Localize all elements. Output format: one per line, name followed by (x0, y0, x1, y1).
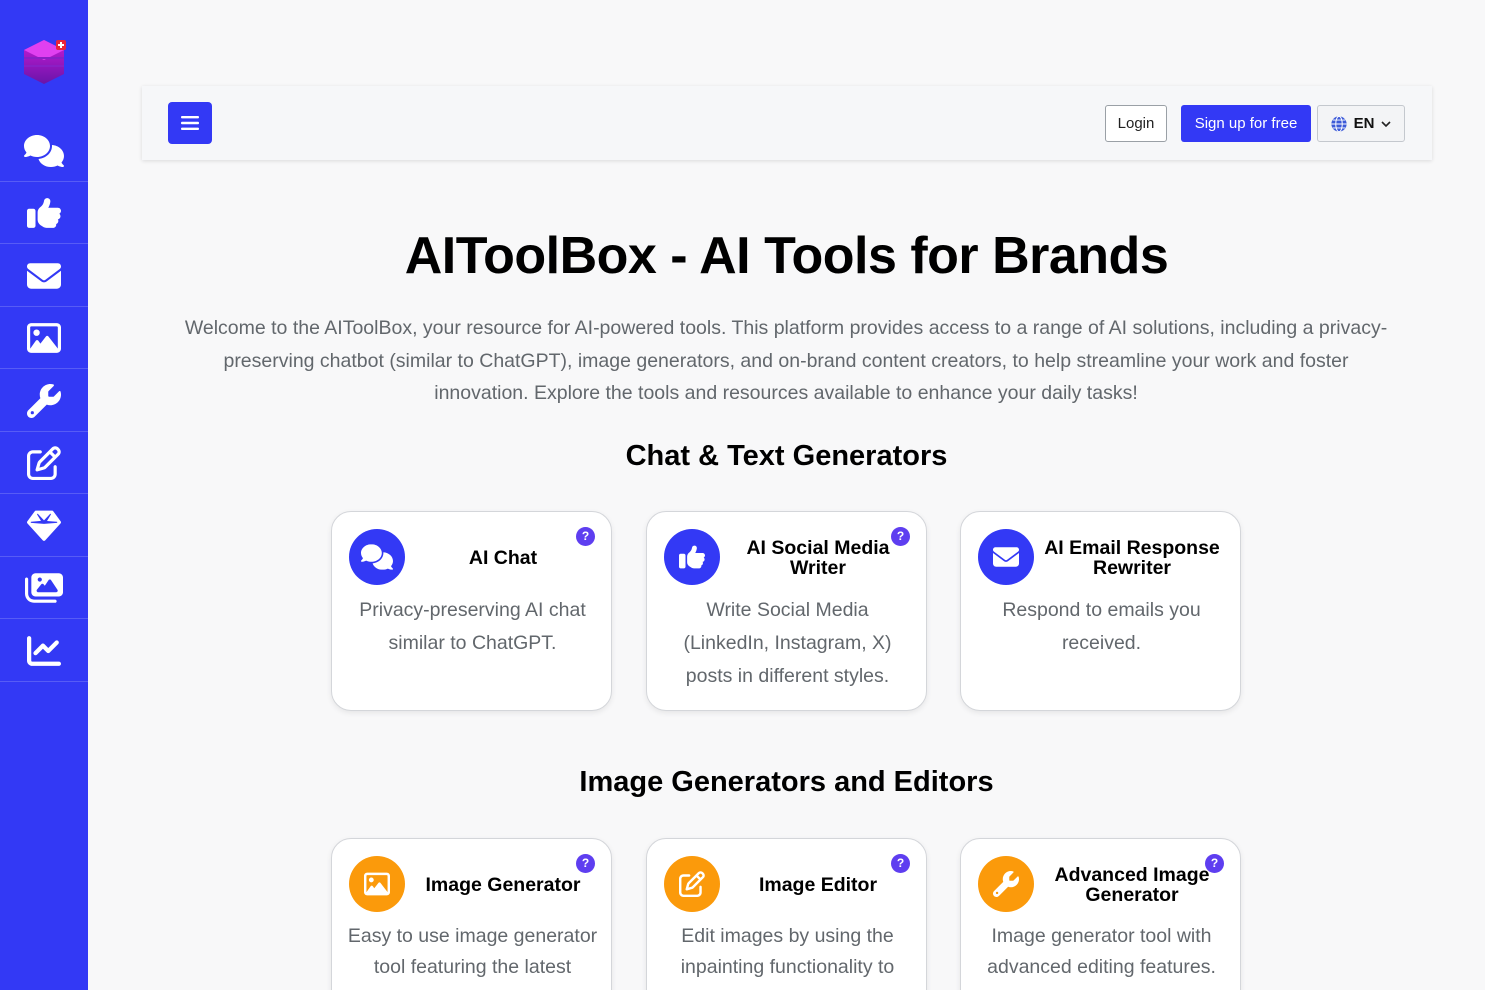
card-description: Easy to use image generator tool featuri… (347, 925, 598, 978)
card-title: AI Chat (468, 547, 538, 569)
thumbs-up-icon (679, 544, 705, 570)
diamond-icon (27, 509, 61, 543)
card-icon-badge (978, 529, 1034, 585)
card-icon-badge (664, 529, 720, 585)
card-icon-badge (664, 856, 720, 912)
edit-icon (679, 871, 705, 897)
envelope-icon (27, 259, 61, 293)
chevron-down-icon (1381, 120, 1391, 127)
card-icon-badge (349, 529, 405, 585)
tool-card-ai-email-rewriter[interactable]: AI Email Response Rewriter Respond to em… (960, 511, 1241, 711)
image-icon (364, 871, 390, 897)
top-navbar: Login Sign up for free EN (142, 86, 1432, 160)
tool-card-ai-chat[interactable]: AI Chat ? Privacy-preserving AI chat sim… (331, 511, 612, 711)
comments-icon (24, 131, 64, 171)
card-description: Edit images by using the inpainting func… (680, 925, 895, 978)
help-icon[interactable]: ? (1205, 854, 1224, 873)
language-code: EN (1353, 115, 1375, 132)
wrench-icon (27, 384, 61, 418)
help-icon[interactable]: ? (891, 527, 910, 546)
card-description: Image generator tool with advanced editi… (987, 925, 1216, 978)
sidebar-item-social-media[interactable] (0, 182, 88, 244)
intro-text: Welcome to the AIToolBox, your resource … (184, 317, 1388, 404)
help-icon[interactable]: ? (576, 854, 595, 873)
card-description: Write Social Media (LinkedIn, Instagram,… (683, 599, 892, 687)
help-icon[interactable]: ? (891, 854, 910, 873)
card-title: Image Generator (425, 874, 581, 896)
tool-card-image-generator[interactable]: Image Generator ? Easy to use image gene… (331, 838, 612, 990)
sidebar-item-email[interactable] (0, 245, 88, 307)
envelope-icon (993, 544, 1019, 570)
card-icon-badge (349, 856, 405, 912)
images-icon (25, 571, 63, 605)
section-title-chat-text: Chat & Text Generators (625, 440, 948, 472)
sidebar-item-chat[interactable] (0, 120, 88, 182)
tool-card-ai-social-media-writer[interactable]: AI Social Media Writer ? Write Social Me… (646, 511, 927, 711)
comments-icon (361, 543, 393, 571)
edit-icon (27, 446, 61, 480)
page-title: AIToolBox - AI Tools for Brands (404, 227, 1169, 285)
card-title: Image Editor (758, 874, 878, 896)
login-button[interactable]: Login (1105, 105, 1167, 142)
card-description: Respond to emails you received. (1002, 599, 1201, 654)
section-title-image: Image Generators and Editors (579, 766, 994, 798)
wrench-icon (993, 871, 1019, 897)
card-icon-badge (978, 856, 1034, 912)
sidebar-item-gallery[interactable] (0, 557, 88, 619)
help-icon[interactable]: ? (576, 527, 595, 546)
sidebar-item-image-editor[interactable] (0, 432, 88, 494)
hamburger-icon (181, 116, 199, 130)
card-title: AI Social Media Writer (746, 537, 890, 579)
image-icon (27, 321, 61, 355)
sidebar-item-image-generator[interactable] (0, 307, 88, 369)
card-description: Privacy-preserving AI chat similar to Ch… (359, 599, 586, 654)
tool-card-image-editor[interactable]: Image Editor ? Edit images by using the … (646, 838, 927, 990)
card-title: Advanced Image Generator (1054, 864, 1210, 906)
chart-line-icon (27, 634, 61, 668)
menu-toggle-button[interactable] (168, 102, 212, 144)
sidebar-item-premium[interactable] (0, 495, 88, 557)
sidebar-item-analytics[interactable] (0, 620, 88, 682)
sidebar (0, 0, 88, 990)
language-selector[interactable]: EN (1317, 105, 1405, 142)
tool-card-advanced-image-generator[interactable]: Advanced Image Generator ? Image generat… (960, 838, 1241, 990)
sidebar-item-advanced-image[interactable] (0, 370, 88, 432)
globe-icon (1330, 115, 1347, 132)
app-logo[interactable] (20, 36, 68, 86)
card-title: AI Email Response Rewriter (1044, 537, 1220, 579)
thumbs-up-icon (27, 196, 61, 230)
signup-button[interactable]: Sign up for free (1181, 105, 1311, 142)
